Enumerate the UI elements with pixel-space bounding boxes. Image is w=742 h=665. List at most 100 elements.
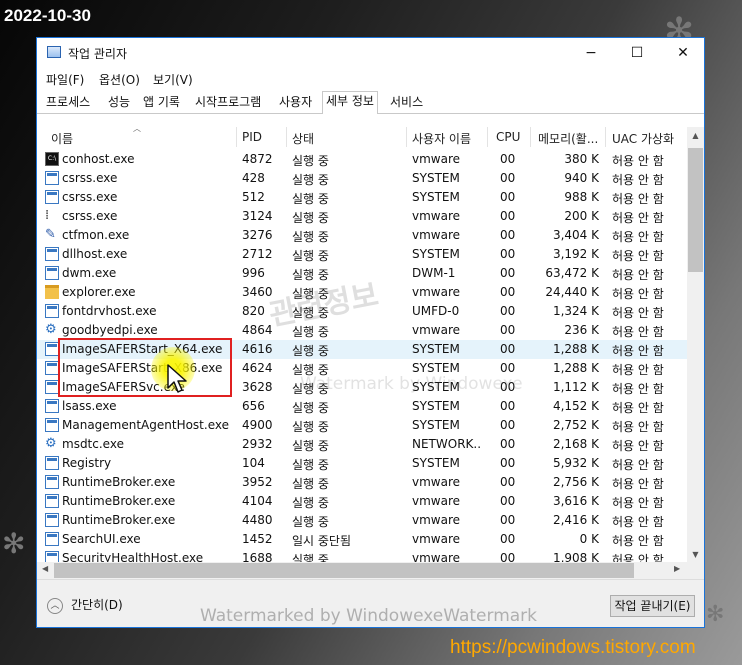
process-name-cell: csrss.exe (62, 209, 118, 223)
fewer-details-button[interactable]: ︿ 간단히(D) (47, 596, 123, 614)
table-row[interactable]: csrss.exe 428 실행 중 SYSTEM 00 940 K 허용 안 함 (37, 169, 687, 188)
column-separator[interactable] (605, 127, 606, 147)
app-window-icon (45, 380, 59, 394)
column-separator[interactable] (236, 127, 237, 147)
scroll-down-arrow-icon[interactable]: ▼ (687, 550, 704, 559)
cpu-cell: 00 (500, 513, 516, 527)
app-window-icon (45, 361, 59, 375)
menu-options[interactable]: 옵션(O) (99, 71, 140, 88)
pid-cell: 2932 (242, 437, 273, 451)
status-cell: 실행 중 (292, 344, 329, 358)
table-row[interactable]: SecurityHealthHost.exe 1688 실행 중 vmware 00 1,… (37, 549, 687, 562)
maximize-button[interactable]: ☐ (614, 38, 660, 68)
menu-view[interactable]: 보기(V) (153, 71, 193, 88)
status-cell: 실행 중 (292, 249, 329, 263)
pid-cell: 4104 (242, 494, 273, 508)
table-row[interactable]: SearchUI.exe 1452 일시 중단됨 vmware 00 0 K 허용 안 함 (37, 530, 687, 549)
vertical-scroll-thumb[interactable] (688, 148, 703, 272)
highlight-box (58, 338, 232, 397)
uac-cell: 허용 안 함 (612, 515, 664, 529)
app-window-icon (45, 475, 59, 489)
table-row[interactable]: RuntimeBroker.exe 3952 실행 중 vmware 00 2,756 K… (37, 473, 687, 492)
tab-users[interactable]: 사용자 (276, 93, 315, 113)
folder-icon (45, 285, 59, 299)
uac-cell: 허용 안 함 (612, 553, 664, 562)
app-window-icon (45, 399, 59, 413)
tab-details[interactable]: 세부 정보 (322, 91, 378, 114)
end-task-button[interactable]: 작업 끝내기(E) (610, 595, 695, 617)
tab-app-history[interactable]: 앱 기록 (140, 93, 183, 113)
user-cell: SYSTEM (412, 361, 460, 375)
title-bar[interactable]: 작업 관리자 − ☐ ✕ (37, 38, 704, 68)
tab-processes[interactable]: 프로세스 (43, 93, 93, 113)
table-row[interactable]: RuntimeBroker.exe 4480 실행 중 vmware 00 2,416 K… (37, 511, 687, 530)
vertical-scrollbar[interactable]: ▲ ▼ (687, 127, 704, 579)
column-header-uac[interactable]: UAC 가상화 (612, 130, 674, 147)
memory-cell: 2,416 K (552, 513, 599, 527)
window-title: 작업 관리자 (68, 47, 128, 61)
column-header-name[interactable]: 이름 (51, 130, 73, 147)
column-header-status[interactable]: 상태 (292, 130, 314, 147)
memory-cell: 2,168 K (552, 437, 599, 451)
date-label: 2022-10-30 (4, 6, 91, 25)
memory-cell: 1,324 K (552, 304, 599, 318)
tab-performance[interactable]: 성능 (105, 93, 133, 113)
tab-services[interactable]: 서비스 (387, 93, 426, 113)
app-window-icon (45, 342, 59, 356)
column-header-cpu[interactable]: CPU (496, 130, 520, 144)
table-row[interactable]: ⁞ csrss.exe 3124 실행 중 vmware 00 200 K 허용 안 함 (37, 207, 687, 226)
uac-cell: 허용 안 함 (612, 420, 664, 434)
column-separator[interactable] (286, 127, 287, 147)
user-cell: SYSTEM (412, 399, 460, 413)
pid-cell: 4872 (242, 152, 273, 166)
memory-cell: 4,152 K (552, 399, 599, 413)
uac-cell: 허용 안 함 (612, 268, 664, 282)
menu-bar: 파일(F) 옵션(O) 보기(V) (37, 68, 704, 88)
column-header-memory[interactable]: 메모리(활... (538, 130, 598, 147)
process-name-cell: csrss.exe (62, 171, 118, 185)
cpu-cell: 00 (500, 456, 516, 470)
pid-cell: 3628 (242, 380, 273, 394)
cpu-cell: 00 (500, 475, 516, 489)
table-row[interactable]: ManagementAgentHost.exe 4900 실행 중 SYSTEM 00 2… (37, 416, 687, 435)
table-row[interactable]: lsass.exe 656 실행 중 SYSTEM 00 4,152 K 허용 안 함 (37, 397, 687, 416)
close-button[interactable]: ✕ (660, 38, 704, 68)
table-row[interactable]: C:\ conhost.exe 4872 실행 중 vmware 00 380 K 허용 안 … (37, 150, 687, 169)
status-cell: 실행 중 (292, 553, 329, 562)
memory-cell: 1,288 K (552, 361, 599, 375)
minimize-button[interactable]: − (568, 38, 614, 68)
user-cell: vmware (412, 551, 461, 562)
pid-cell: 512 (242, 190, 265, 204)
table-row[interactable]: Registry 104 실행 중 SYSTEM 00 5,932 K 허용 안 함 (37, 454, 687, 473)
scroll-right-arrow-icon[interactable]: ▶ (674, 564, 680, 573)
pid-cell: 4480 (242, 513, 273, 527)
memory-cell: 988 K (564, 190, 599, 204)
menu-file[interactable]: 파일(F) (46, 71, 84, 88)
pid-cell: 4616 (242, 342, 273, 356)
table-row[interactable]: csrss.exe 512 실행 중 SYSTEM 00 988 K 허용 안 함 (37, 188, 687, 207)
table-row[interactable]: RuntimeBroker.exe 4104 실행 중 vmware 00 3,616 K… (37, 492, 687, 511)
table-row[interactable]: ⚙ msdtc.exe 2932 실행 중 NETWORK... 00 2,168 K 허용 … (37, 435, 687, 454)
tab-startup[interactable]: 시작프로그램 (192, 93, 264, 113)
memory-cell: 24,440 K (545, 285, 599, 299)
table-row[interactable]: ✎ ctfmon.exe 3276 실행 중 vmware 00 3,404 K 허용 안 함 (37, 226, 687, 245)
site-url[interactable]: https://pcwindows.tistory.com (450, 637, 696, 659)
column-separator[interactable] (487, 127, 488, 147)
pid-cell: 656 (242, 399, 265, 413)
horizontal-scroll-thumb[interactable] (54, 563, 634, 578)
column-separator[interactable] (406, 127, 407, 147)
process-name-cell: SecurityHealthHost.exe (62, 551, 204, 562)
column-header-user[interactable]: 사용자 이름 (412, 130, 471, 147)
pid-cell: 1688 (242, 551, 273, 562)
uac-cell: 허용 안 함 (612, 154, 664, 168)
scroll-up-arrow-icon[interactable]: ▲ (687, 131, 704, 140)
status-cell: 실행 중 (292, 458, 329, 472)
mouse-pointer-icon (167, 364, 187, 393)
process-name-cell: conhost.exe (62, 152, 135, 166)
table-row[interactable]: dllhost.exe 2712 실행 중 SYSTEM 00 3,192 K 허용 안 함 (37, 245, 687, 264)
user-cell: vmware (412, 209, 461, 223)
scroll-left-arrow-icon[interactable]: ◀ (42, 564, 48, 573)
column-header-pid[interactable]: PID (242, 130, 262, 144)
column-separator[interactable] (530, 127, 531, 147)
horizontal-scrollbar[interactable]: ◀ ▶ (37, 562, 687, 579)
